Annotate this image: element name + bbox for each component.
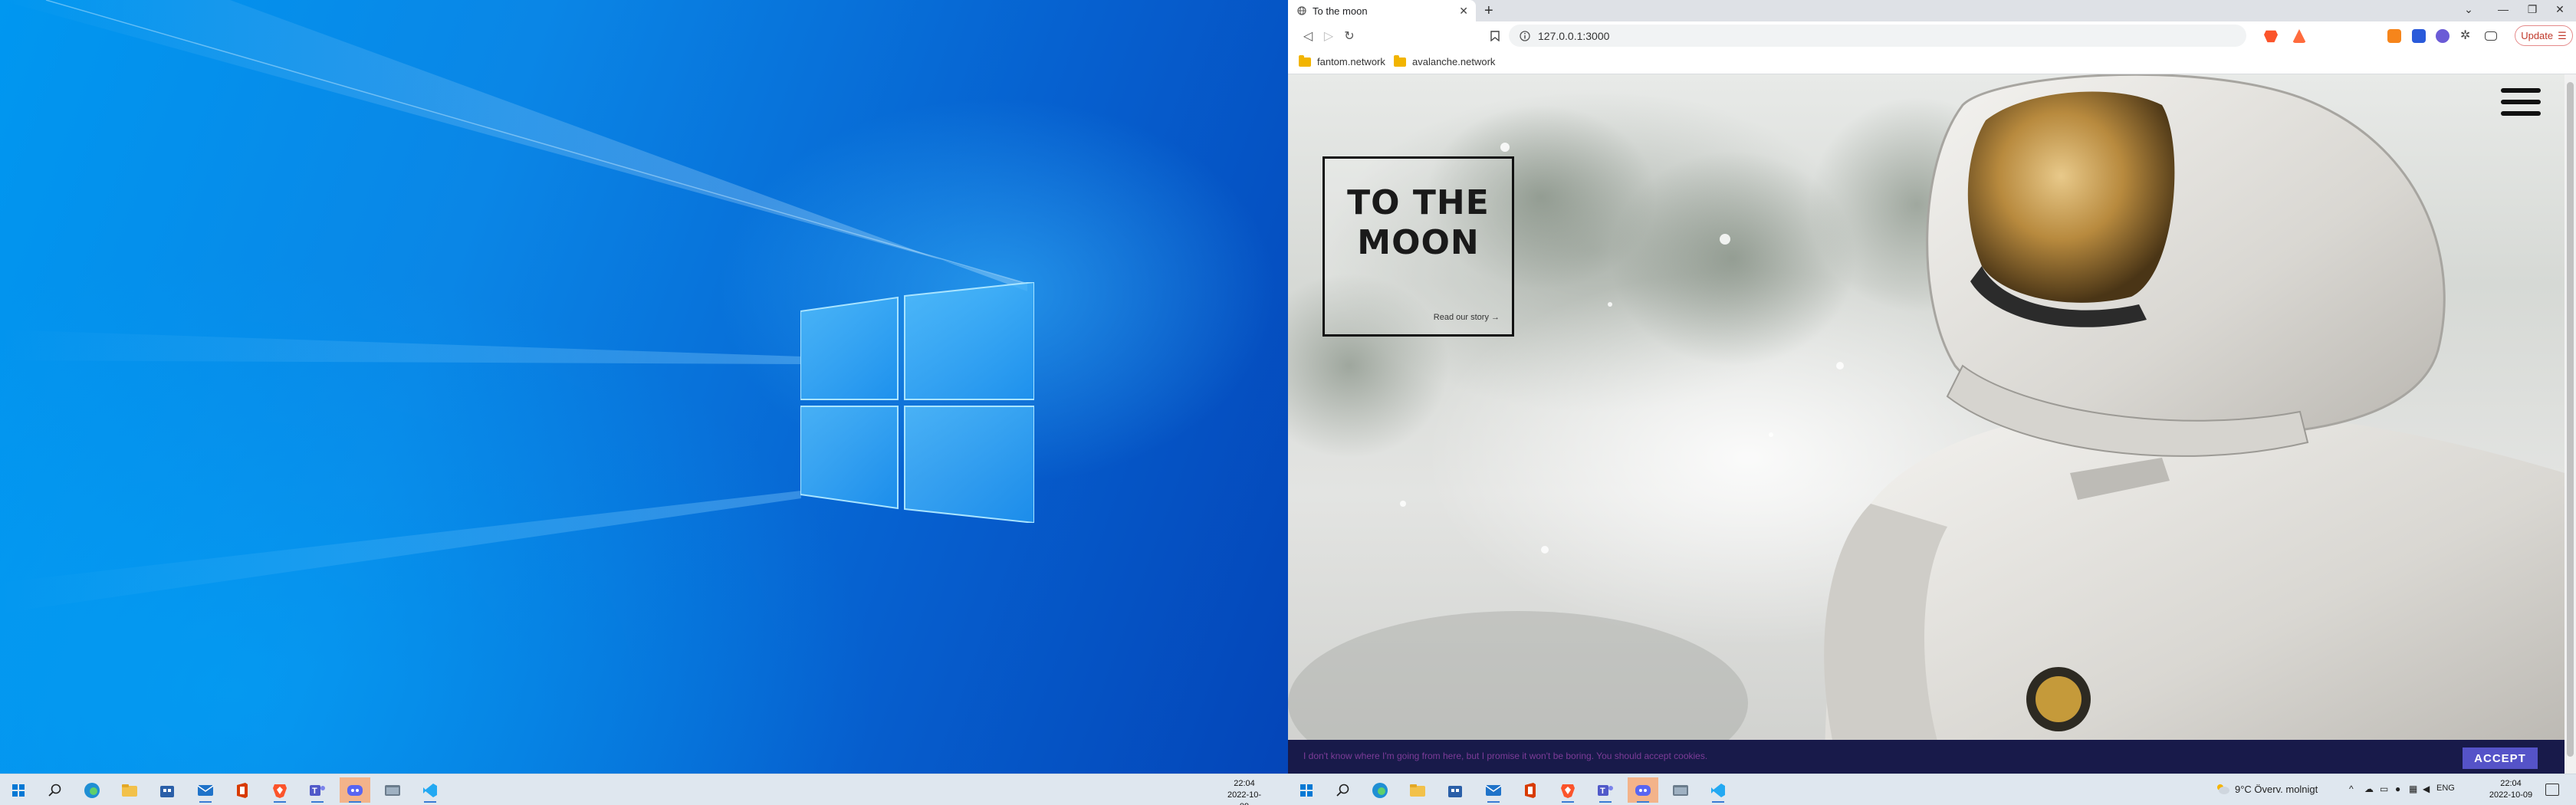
store-icon[interactable] [1440, 777, 1470, 803]
tab-close-icon[interactable]: ✕ [1459, 5, 1468, 18]
terminal-icon[interactable] [1665, 777, 1696, 803]
puzzle-icon[interactable]: ✲ [2460, 28, 2474, 42]
extension-icon[interactable] [2412, 29, 2426, 43]
globe-icon [1297, 6, 1306, 15]
taskbar-clock-left[interactable]: 22:04 2022-10-09 [1224, 778, 1264, 805]
svg-text:T: T [1600, 787, 1605, 796]
start-icon[interactable] [1291, 777, 1322, 803]
info-icon[interactable] [1520, 30, 1530, 41]
sidebar-icon[interactable] [2485, 31, 2497, 41]
browser-toolbar: ◁ ▷ ↻ 127.0.0.1:3000 ✲ Update ☰ [1288, 21, 2576, 50]
address-bar[interactable]: 127.0.0.1:3000 [1509, 25, 2246, 47]
clock-date: 2022-10-09 [1227, 790, 1262, 805]
onedrive-icon[interactable]: ☁ [2364, 784, 2374, 794]
office-icon[interactable] [1515, 777, 1546, 803]
windows-logo [800, 282, 1034, 523]
bookmark-label: fantom.network [1317, 56, 1385, 67]
bookmark-fantom[interactable]: fantom.network [1299, 54, 1385, 67]
brave-icon[interactable] [1552, 777, 1583, 803]
microphone-icon[interactable]: ● [2395, 784, 2400, 794]
battery-icon[interactable]: ▭ [2380, 784, 2388, 794]
tab-title: To the moon [1313, 5, 1368, 17]
new-tab-button[interactable]: + [1484, 2, 1493, 20]
folder-icon [1394, 54, 1406, 67]
hamburger-menu-icon[interactable] [2501, 88, 2541, 116]
clock-time: 22:04 [2500, 779, 2522, 788]
discord-icon[interactable] [1628, 777, 1658, 803]
edge-icon[interactable] [77, 777, 107, 803]
brave-icon[interactable] [264, 777, 295, 803]
bookmark-icon[interactable] [1487, 28, 1503, 44]
browser-window: To the moon ✕ + ⌄ — ❐ ✕ ◁ ▷ ↻ 127.0.0.1:… [1288, 0, 2576, 774]
cookie-banner: I don't know where I'm going from here, … [1288, 740, 2564, 774]
reload-icon[interactable]: ↻ [1342, 28, 1357, 44]
weather-icon[interactable] [2216, 783, 2229, 795]
tab-to-the-moon[interactable]: To the moon ✕ [1288, 0, 1476, 21]
close-icon[interactable]: ✕ [2542, 3, 2576, 16]
taskbar-right: T 9°C Överv. molnigt ^ ☁ ▭ ● ▦ ◀ ENG 22:… [1288, 774, 2576, 805]
clock-date: 2022-10-09 [2489, 790, 2533, 800]
metamask-icon[interactable] [2387, 29, 2401, 43]
read-our-story-link[interactable]: Read our story → [1434, 313, 1500, 322]
bookmark-label: avalanche.network [1412, 56, 1496, 67]
page-viewport: TO THE MOON Read our story → I don't kno… [1288, 74, 2564, 774]
accept-cookies-button[interactable]: ACCEPT [2463, 748, 2538, 769]
mail-icon[interactable] [1478, 777, 1509, 803]
taskbar-left: T 22:04 2022-10-09 [0, 774, 1288, 805]
hero-title-line: TO THE [1347, 183, 1490, 222]
url-text: 127.0.0.1:3000 [1538, 29, 1610, 42]
hamburger-bar [2501, 111, 2541, 116]
edge-icon[interactable] [1365, 777, 1395, 803]
search-icon[interactable] [1328, 777, 1359, 803]
scrollbar-thumb[interactable] [2567, 82, 2574, 757]
network-icon[interactable]: ▦ [2409, 784, 2417, 794]
bookmarks-bar: fantom.network avalanche.network [1288, 50, 2576, 74]
desktop-wallpaper [0, 0, 1288, 774]
hero-title: TO THE MOON [1325, 183, 1512, 263]
folder-icon [1299, 54, 1311, 67]
hero-title-line: MOON [1357, 223, 1480, 262]
update-button[interactable]: Update ☰ [2515, 25, 2573, 46]
store-icon[interactable] [152, 777, 182, 803]
hamburger-bar [2501, 88, 2541, 93]
search-icon[interactable] [40, 777, 71, 803]
cookie-message: I don't know where I'm going from here, … [1303, 751, 1708, 761]
vscode-icon[interactable] [415, 777, 445, 803]
hamburger-bar [2501, 100, 2541, 104]
weather-text[interactable]: 9°C Överv. molnigt [2235, 784, 2318, 795]
brave-rewards-icon[interactable] [2292, 29, 2306, 43]
brave-shields-icon[interactable] [2264, 30, 2278, 43]
taskbar-clock-right[interactable]: 22:04 2022-10-09 [2487, 778, 2535, 801]
update-label: Update [2521, 30, 2554, 41]
chevron-down-icon[interactable]: ⌄ [2451, 3, 2486, 16]
tab-strip: To the moon ✕ + ⌄ — ❐ ✕ [1288, 0, 2576, 21]
hero-title-card: TO THE MOON Read our story → [1322, 156, 1514, 337]
teams-icon[interactable]: T [302, 777, 333, 803]
menu-icon: ☰ [2558, 29, 2567, 41]
chevron-up-icon[interactable]: ^ [2349, 784, 2354, 794]
notification-icon[interactable] [2545, 784, 2559, 796]
bookmark-avalanche[interactable]: avalanche.network [1394, 54, 1496, 67]
discord-icon[interactable] [340, 777, 370, 803]
clock-time: 22:04 [1234, 779, 1255, 788]
wallpaper-light-beams [0, 0, 1028, 613]
teams-icon[interactable]: T [1590, 777, 1621, 803]
extension-circle-icon[interactable] [2436, 29, 2450, 43]
svg-text:T: T [312, 787, 317, 796]
forward-icon[interactable]: ▷ [1321, 28, 1336, 44]
start-icon[interactable] [3, 777, 34, 803]
terminal-icon[interactable] [377, 777, 408, 803]
volume-icon[interactable]: ◀ [2423, 784, 2430, 794]
file-explorer-icon[interactable] [1402, 777, 1433, 803]
page-scrollbar[interactable] [2564, 74, 2576, 774]
left-monitor: T 22:04 2022-10-09 [0, 0, 1288, 805]
mail-icon[interactable] [190, 777, 221, 803]
vscode-icon[interactable] [1703, 777, 1733, 803]
office-icon[interactable] [227, 777, 258, 803]
language-indicator[interactable]: ENG [2436, 784, 2455, 793]
back-icon[interactable]: ◁ [1300, 28, 1316, 44]
file-explorer-icon[interactable] [114, 777, 145, 803]
